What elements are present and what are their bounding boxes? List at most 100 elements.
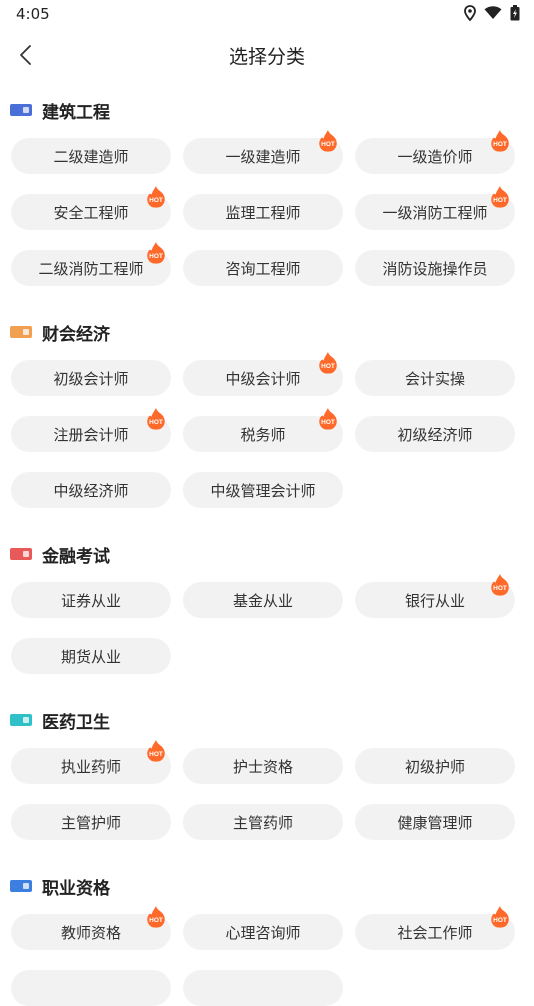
hot-badge-text: HOT [493, 141, 507, 148]
section-finance-exams: 金融考试 证券从业 基金从业 银行从业 HOT 期货从业 [0, 526, 534, 674]
category-chip-label: 期货从业 [60, 647, 121, 666]
category-chip[interactable] [183, 970, 343, 1006]
hot-badge-text: HOT [493, 585, 507, 592]
category-chip[interactable]: 监理工程师 [183, 194, 343, 230]
section-header: 财会经济 [0, 304, 534, 360]
category-chip[interactable]: 消防设施操作员 [355, 250, 515, 286]
category-chip-label: 初级会计师 [53, 369, 129, 388]
section-header: 建筑工程 [0, 82, 534, 138]
section-title: 金融考试 [42, 546, 110, 567]
category-chip[interactable]: 初级护师 [355, 748, 515, 784]
category-grid: 证券从业 基金从业 银行从业 HOT 期货从业 [0, 574, 534, 674]
hot-badge-icon: HOT [317, 407, 339, 431]
category-chip-label: 银行从业 [404, 591, 465, 610]
category-chip[interactable]: 基金从业 [183, 582, 343, 618]
hot-badge-text: HOT [321, 141, 335, 148]
hot-badge-text: HOT [493, 917, 507, 924]
category-chip-label: 主管护师 [60, 813, 121, 832]
hot-badge-text: HOT [493, 197, 507, 204]
hot-badge-text: HOT [149, 253, 163, 260]
category-icon [10, 880, 32, 892]
category-chip-label: 社会工作师 [397, 923, 473, 942]
category-chip[interactable]: 税务师 HOT [183, 408, 343, 452]
hot-badge-icon: HOT [489, 905, 511, 929]
category-chip[interactable]: 期货从业 [11, 638, 171, 674]
category-chip[interactable]: 心理咨询师 [183, 914, 343, 950]
category-chip-label: 二级建造师 [53, 147, 129, 166]
category-list: 建筑工程 二级建造师 一级建造师 HOT 一级造价师 HOT 安全工程师 HOT 监理工程师 一… [0, 82, 534, 1006]
section-header: 金融考试 [0, 526, 534, 582]
section-title: 医药卫生 [42, 712, 110, 733]
category-chip[interactable]: 初级经济师 [355, 416, 515, 452]
hot-badge-icon: HOT [145, 407, 167, 431]
section-header: 职业资格 [0, 858, 534, 914]
category-chip[interactable]: 健康管理师 [355, 804, 515, 840]
hot-badge-icon: HOT [145, 739, 167, 763]
wifi-icon [484, 6, 502, 19]
category-chip[interactable]: 二级消防工程师 HOT [11, 242, 171, 286]
category-chip[interactable]: 中级会计师 HOT [183, 352, 343, 396]
category-chip-label: 心理咨询师 [225, 923, 301, 942]
section-construction: 建筑工程 二级建造师 一级建造师 HOT 一级造价师 HOT 安全工程师 HOT 监理工程师 一… [0, 82, 534, 286]
category-chip[interactable]: 教师资格 HOT [11, 906, 171, 950]
location-icon [464, 5, 476, 21]
category-chip[interactable]: 一级造价师 HOT [355, 130, 515, 174]
category-chip-label: 基金从业 [232, 591, 293, 610]
category-grid: 二级建造师 一级建造师 HOT 一级造价师 HOT 安全工程师 HOT 监理工程师 一级消防工程… [0, 130, 534, 286]
category-chip[interactable]: 执业药师 HOT [11, 740, 171, 784]
category-chip[interactable] [11, 970, 171, 1006]
hot-badge-text: HOT [149, 419, 163, 426]
section-header: 医药卫生 [0, 692, 534, 748]
hot-badge-icon: HOT [317, 129, 339, 153]
category-chip-label: 监理工程师 [225, 203, 301, 222]
status-icons [464, 5, 520, 21]
category-chip[interactable]: 银行从业 HOT [355, 574, 515, 618]
category-chip-label: 中级管理会计师 [210, 481, 316, 500]
hot-badge-icon: HOT [145, 905, 167, 929]
hot-badge-icon: HOT [489, 185, 511, 209]
category-chip[interactable]: 注册会计师 HOT [11, 408, 171, 452]
category-chip[interactable]: 会计实操 [355, 360, 515, 396]
category-icon [10, 548, 32, 560]
category-chip-label: 初级经济师 [397, 425, 473, 444]
category-icon [10, 104, 32, 116]
category-chip-label: 二级消防工程师 [38, 259, 144, 278]
category-chip-label: 注册会计师 [53, 425, 129, 444]
category-icon [10, 326, 32, 338]
category-chip-label: 消防设施操作员 [382, 259, 488, 278]
category-chip-label: 安全工程师 [53, 203, 129, 222]
hot-badge-text: HOT [321, 419, 335, 426]
category-chip-label: 护士资格 [232, 757, 293, 776]
hot-badge-icon: HOT [145, 185, 167, 209]
category-chip[interactable]: 一级消防工程师 HOT [355, 186, 515, 230]
section-title: 建筑工程 [42, 102, 110, 123]
category-chip[interactable]: 中级管理会计师 [183, 472, 343, 508]
hot-badge-text: HOT [321, 363, 335, 370]
category-chip[interactable]: 二级建造师 [11, 138, 171, 174]
category-chip-label: 证券从业 [60, 591, 121, 610]
section-medical: 医药卫生 执业药师 HOT 护士资格 初级护师主管护师 主管药师 健康管理师 [0, 692, 534, 840]
category-chip[interactable]: 护士资格 [183, 748, 343, 784]
hot-badge-icon: HOT [489, 573, 511, 597]
category-icon [10, 714, 32, 726]
category-chip[interactable]: 主管药师 [183, 804, 343, 840]
hot-badge-icon: HOT [489, 129, 511, 153]
nav-bar: 选择分类 [0, 28, 534, 82]
category-chip[interactable]: 主管护师 [11, 804, 171, 840]
page-title: 选择分类 [228, 46, 305, 68]
category-chip[interactable]: 社会工作师 HOT [355, 906, 515, 950]
category-chip[interactable]: 一级建造师 HOT [183, 130, 343, 174]
hot-badge-icon: HOT [145, 241, 167, 265]
category-chip-label: 主管药师 [232, 813, 293, 832]
category-chip[interactable]: 安全工程师 HOT [11, 186, 171, 230]
status-time: 4:05 [16, 5, 50, 23]
category-chip-label: 一级消防工程师 [382, 203, 488, 222]
category-chip[interactable]: 初级会计师 [11, 360, 171, 396]
section-title: 财会经济 [42, 324, 110, 345]
category-chip[interactable]: 咨询工程师 [183, 250, 343, 286]
category-chip[interactable]: 证券从业 [11, 582, 171, 618]
category-chip-label: 执业药师 [60, 757, 121, 776]
category-chip[interactable]: 中级经济师 [11, 472, 171, 508]
category-chip-label: 一级造价师 [397, 147, 473, 166]
status-bar: 4:05 [0, 0, 534, 28]
